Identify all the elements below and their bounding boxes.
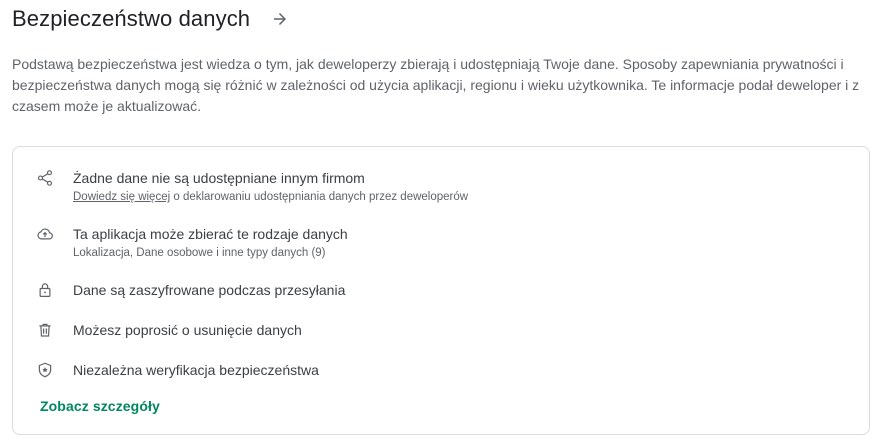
sharing-subtitle-text: o deklarowaniu udostępniania danych prze…: [170, 191, 469, 203]
list-item-verification: Niezależna weryfikacja bezpieczeństwa: [35, 360, 849, 380]
list-item-encryption: Dane są zaszyfrowane podczas przesyłania: [35, 280, 849, 300]
arrow-forward-icon[interactable]: [268, 7, 292, 31]
share-icon: [35, 168, 55, 188]
lock-icon: [35, 280, 55, 300]
data-safety-card: Żadne dane nie są udostępniane innym fir…: [12, 146, 870, 435]
section-title: Bezpieczeństwo danych: [12, 6, 251, 31]
list-item-collection: Ta aplikacja może zbierać te rodzaje dan…: [35, 224, 849, 261]
list-item-sharing: Żadne dane nie są udostępniane innym fir…: [35, 168, 849, 205]
collection-title: Ta aplikacja może zbierać te rodzaje dan…: [73, 226, 348, 242]
sharing-subtitle: Dowiedz się więcej o deklarowaniu udostę…: [73, 189, 468, 205]
verification-title: Niezależna weryfikacja bezpieczeństwa: [73, 362, 319, 378]
encryption-title: Dane są zaszyfrowane podczas przesyłania: [73, 282, 346, 298]
trash-icon: [35, 320, 55, 340]
section-description: Podstawą bezpieczeństwa jest wiedza o ty…: [12, 56, 860, 114]
learn-more-link[interactable]: Dowiedz się więcej: [73, 191, 170, 203]
cloud-upload-icon: [35, 224, 55, 244]
verified-shield-icon: [35, 360, 55, 380]
see-details-link[interactable]: Zobacz szczegóły: [40, 398, 160, 414]
collection-subtitle: Lokalizacja, Dane osobowe i inne typy da…: [73, 247, 326, 259]
section-header: Bezpieczeństwo danych: [12, 6, 292, 32]
list-item-deletion: Możesz poprosić o usunięcie danych: [35, 320, 849, 340]
deletion-title: Możesz poprosić o usunięcie danych: [73, 322, 302, 338]
sharing-title: Żadne dane nie są udostępniane innym fir…: [73, 170, 365, 186]
